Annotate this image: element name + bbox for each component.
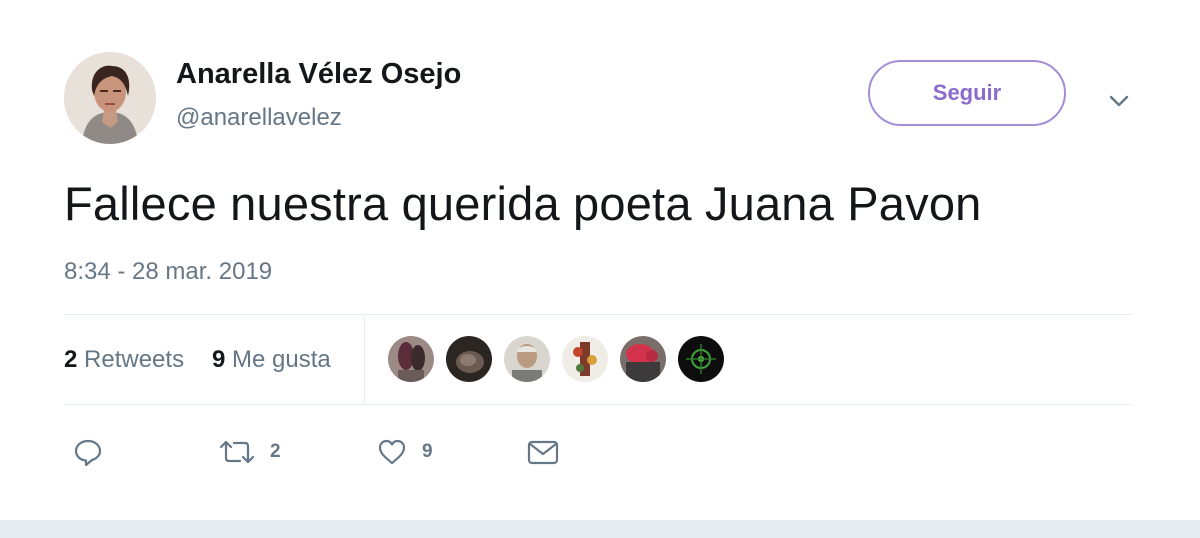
follow-button[interactable]: Seguir	[868, 60, 1066, 126]
envelope-icon	[527, 440, 559, 465]
liker-avatar[interactable]	[562, 336, 608, 382]
divider-bottom	[64, 404, 1132, 405]
like-count: 9	[422, 441, 433, 462]
liker-avatar[interactable]	[504, 336, 550, 382]
retweets-label: Retweets	[84, 346, 185, 373]
direct-message-button[interactable]	[526, 434, 560, 470]
divider-top	[64, 314, 1132, 315]
author-avatar[interactable]	[64, 52, 156, 144]
author-display-name[interactable]: Anarella Vélez Osejo	[176, 58, 461, 91]
likes-label: Me gusta	[232, 346, 331, 373]
retweets-count: 2	[64, 346, 78, 373]
reply-button[interactable]	[72, 434, 104, 470]
liker-avatar[interactable]	[620, 336, 666, 382]
tweet-card: Anarella Vélez Osejo @anarellavelez Segu…	[0, 0, 1200, 520]
reply-icon	[74, 439, 102, 467]
retweet-icon	[219, 440, 255, 464]
heart-icon	[378, 439, 406, 465]
likes-stat[interactable]: 9 Me gusta	[212, 346, 331, 374]
more-options-chevron-down-icon[interactable]	[1104, 86, 1134, 116]
stats-divider	[364, 316, 365, 404]
likes-count: 9	[212, 346, 226, 373]
tweet-text: Fallece nuestra querida poeta Juana Pavo…	[64, 177, 982, 230]
retweets-stat[interactable]: 2 Retweets	[64, 346, 184, 374]
liker-avatar[interactable]	[446, 336, 492, 382]
likers-avatars	[388, 336, 736, 384]
like-button[interactable]: 9	[376, 434, 433, 470]
liker-avatar[interactable]	[678, 336, 724, 382]
tweet-timestamp[interactable]: 8:34 - 28 mar. 2019	[64, 258, 272, 286]
retweet-count: 2	[270, 441, 281, 462]
author-handle[interactable]: @anarellavelez	[176, 104, 342, 132]
retweet-button[interactable]: 2	[218, 434, 281, 470]
follow-button-label: Seguir	[932, 80, 1002, 105]
page-footer-strip	[0, 520, 1200, 538]
liker-avatar[interactable]	[388, 336, 434, 382]
avatar-image	[64, 52, 156, 144]
